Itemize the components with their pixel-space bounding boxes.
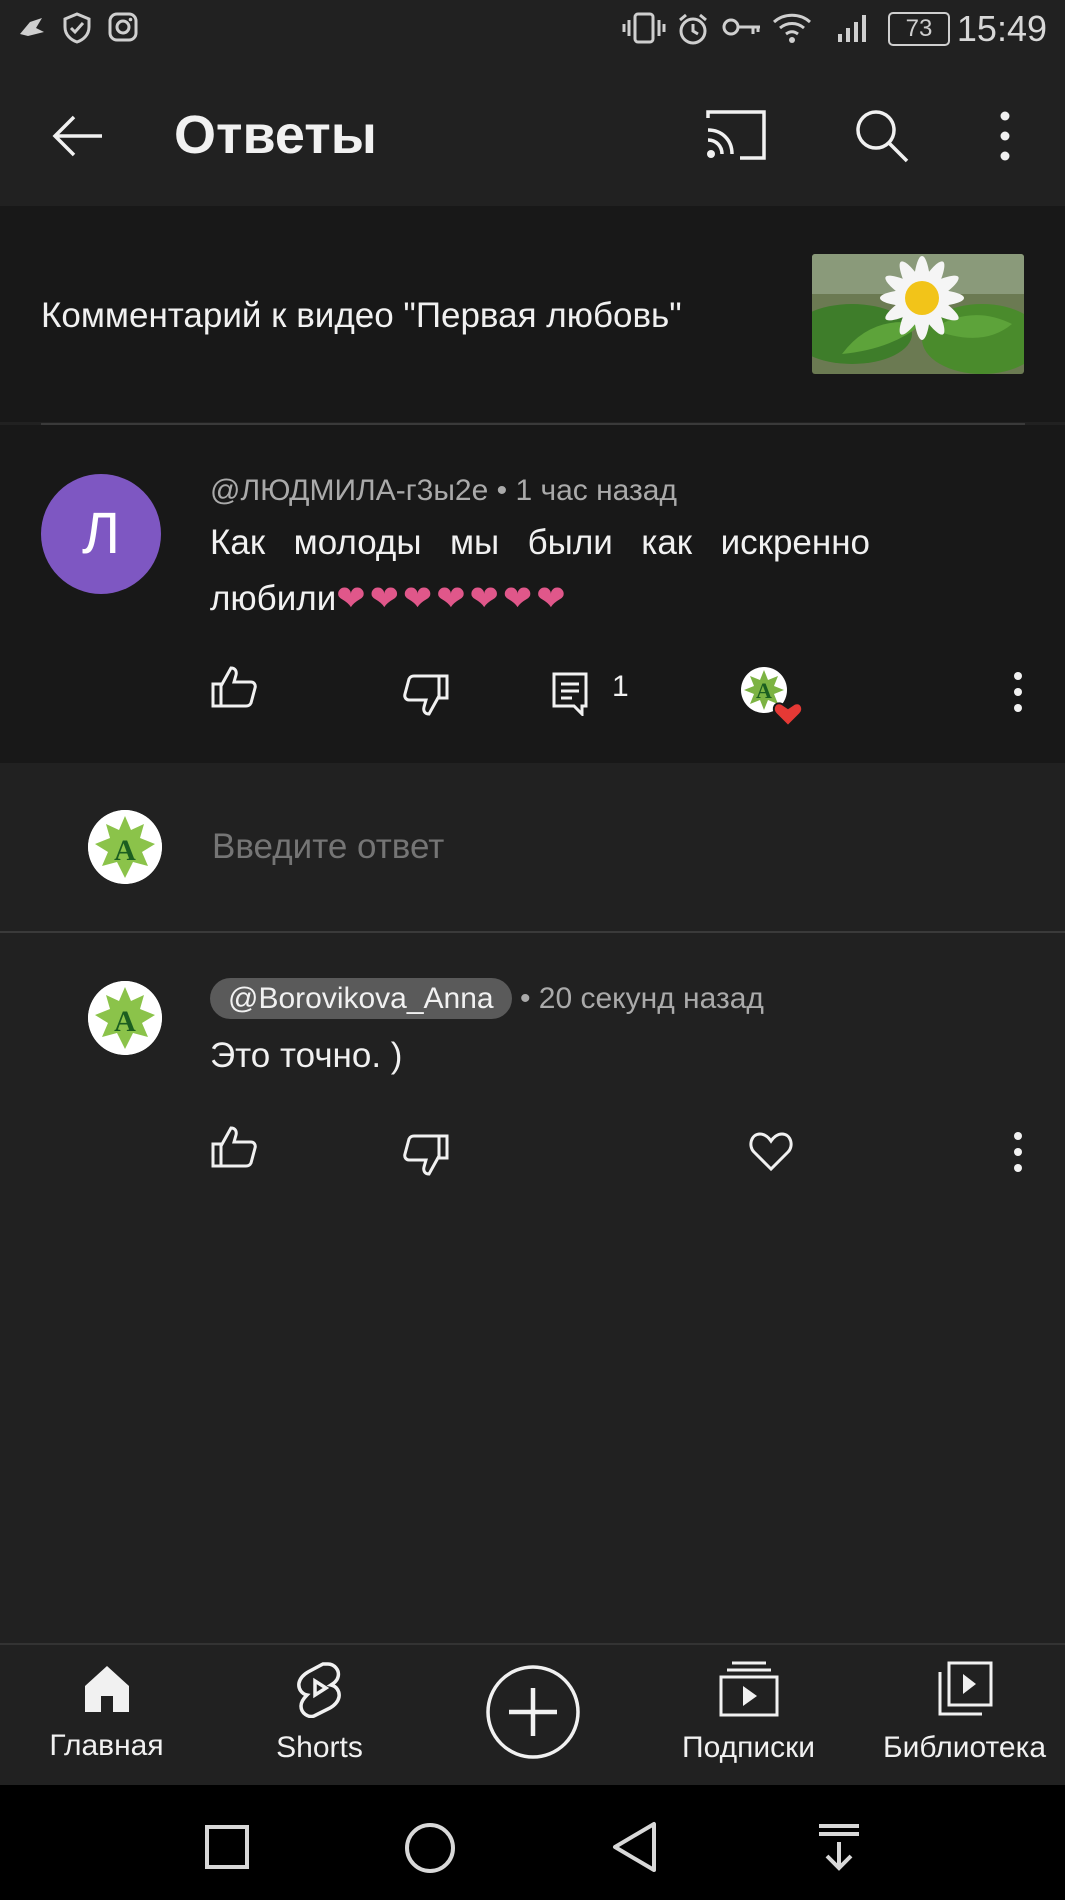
avatar[interactable]: A [88,981,162,1055]
maple-leaf-avatar-icon: A [88,981,162,1055]
system-home-button[interactable] [404,1822,456,1874]
video-thumbnail[interactable] [812,254,1024,374]
meta-separator: • [496,474,516,507]
more-vert-icon [1014,672,1022,712]
hearts-emoji: ❤❤❤❤❤❤❤ [336,579,570,618]
divider [41,423,1025,425]
create-button[interactable] [426,1664,639,1765]
cast-icon [706,110,766,160]
reply-text: Это точно. ) [210,1036,403,1075]
reply-more-button[interactable] [1008,1130,1028,1174]
recents-icon [205,1825,249,1869]
video-caption[interactable]: Комментарий к видео "Первая любовь" [41,296,682,336]
search-button[interactable] [852,106,912,166]
shorts-icon [296,1662,341,1719]
reply-input[interactable] [210,826,814,868]
more-vert-icon [1014,1132,1022,1172]
nav-label-subscriptions: Подписки [682,1731,815,1764]
search-icon [856,110,909,163]
home-icon [84,1666,129,1712]
system-back-button[interactable] [610,1820,660,1874]
key-icon [722,12,762,48]
meta-separator: • [519,982,539,1015]
heart-button[interactable] [748,1130,794,1172]
alarm-icon [676,12,710,52]
maple-leaf-avatar-icon: A [88,810,162,884]
more-options-button[interactable] [990,108,1020,164]
reply-time: 20 секунд назад [538,982,764,1015]
nav-label-library: Библиотека [882,1731,1047,1764]
replies-button[interactable] [552,672,588,718]
nav-label-shorts: Shorts [276,1731,363,1764]
svg-text:A: A [114,834,136,867]
notifications-pull-button[interactable] [816,1822,862,1872]
nav-label-home: Главная [49,1729,164,1762]
thumb-down-icon [403,674,449,716]
thumb-down-icon [403,1134,449,1176]
avatar[interactable]: Л [41,474,161,594]
svg-text:A: A [756,678,772,703]
comment-more-button[interactable] [1008,670,1028,714]
comment-text-block: Как молоды мы были как искренно любили❤❤… [210,515,870,627]
home-circle-icon [405,1823,455,1873]
more-vert-icon [1000,111,1010,161]
like-button[interactable] [210,664,258,710]
battery-level: 73 [905,15,933,42]
notifications-pull-icon [819,1824,859,1871]
create-icon [485,1665,580,1759]
subscriptions-icon [719,1661,778,1717]
creator-heart-badge: A [740,666,804,728]
heart-outline-icon [749,1132,793,1172]
comment-author[interactable]: @ЛЮДМИЛА-г3ы2е [210,474,488,507]
recents-button[interactable] [204,1824,250,1870]
status-time: 15:49 [956,8,1047,49]
avatar[interactable]: A [88,810,162,884]
nav-item-library[interactable]: Библиотека [858,1660,1065,1765]
reply-meta: @Borovikova_Anna • 20 секунд назад [210,978,764,1019]
back-triangle-icon [613,1822,656,1872]
instagram-icon [108,12,138,48]
shield-check-icon [62,12,92,50]
wifi-icon [772,12,812,50]
arrow-back-icon [52,115,102,157]
reply-author-chip[interactable]: @Borovikova_Anna [210,978,512,1019]
nav-item-home[interactable]: Главная [0,1660,213,1763]
page-title: Ответы [174,105,377,165]
dislike-button[interactable] [402,1132,450,1178]
dislike-button[interactable] [402,672,450,718]
comment-time: 1 час назад [515,474,677,507]
cast-button[interactable] [704,108,768,164]
like-button[interactable] [210,1124,258,1170]
system-nav-bar [0,1785,1065,1900]
back-button[interactable] [48,106,108,166]
signal-icon [836,12,872,50]
svg-text:A: A [114,1005,136,1038]
vibrate-icon [622,12,666,50]
comment-icon [552,672,588,718]
nav-item-shorts[interactable]: Shorts [213,1660,426,1765]
comment-meta: @ЛЮДМИЛА-г3ы2е • 1 час назад [210,474,677,508]
reply-count: 1 [612,670,629,703]
battery-icon: 73 [888,12,950,46]
nav-item-subscriptions[interactable]: Подписки [642,1660,855,1765]
divider [0,931,1065,933]
thumb-up-icon [211,666,257,708]
library-icon [938,1661,992,1716]
thumb-up-icon [211,1126,257,1168]
bird-icon [16,12,48,48]
